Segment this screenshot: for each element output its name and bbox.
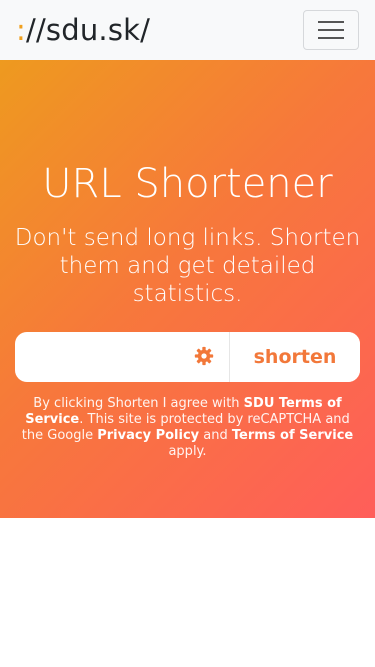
legal-text-4: apply. xyxy=(168,444,207,459)
shorten-button[interactable]: shorten xyxy=(230,332,360,382)
long-url-input[interactable] xyxy=(15,332,179,382)
brand-logo-link[interactable]: ://sdu.sk/ xyxy=(16,13,150,47)
top-navbar: ://sdu.sk/ xyxy=(0,0,375,60)
hero-section: URL Shortener Don't send long links. Sho… xyxy=(0,60,375,518)
google-terms-link[interactable]: Terms of Service xyxy=(232,428,353,443)
page-title: URL Shortener xyxy=(42,161,333,207)
settings-button[interactable] xyxy=(179,332,230,382)
hero-lead-text: Don't send long links. Shorten them and … xyxy=(14,225,361,307)
hamburger-icon xyxy=(318,21,344,23)
brand-colon: : xyxy=(16,13,26,47)
legal-notice: By clicking Shorten I agree with SDU Ter… xyxy=(15,396,360,460)
shorten-form: shorten xyxy=(15,332,360,382)
page-body-blank xyxy=(0,518,375,667)
legal-text-1: By clicking Shorten I agree with xyxy=(33,396,244,411)
hamburger-icon xyxy=(318,37,344,39)
menu-toggle-button[interactable] xyxy=(303,10,359,50)
privacy-policy-link[interactable]: Privacy Policy xyxy=(97,428,199,443)
legal-text-3: and xyxy=(199,428,232,443)
hamburger-icon xyxy=(318,29,344,31)
gear-icon xyxy=(194,346,214,369)
brand-text: //sdu.sk/ xyxy=(25,13,151,47)
